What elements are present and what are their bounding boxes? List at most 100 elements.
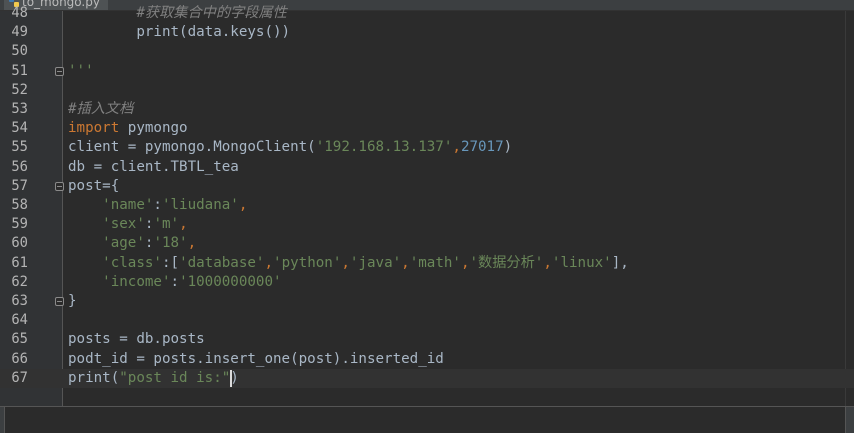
line-number: 51 (11, 62, 28, 79)
code-line[interactable]: 65 posts = db.posts (0, 330, 854, 349)
code-token: podt_id = posts.insert_one(post).inserte… (68, 350, 444, 367)
line-number: 58 (11, 197, 28, 213)
code-text: print(data.keys()) (68, 23, 290, 42)
code-line[interactable]: 57 post={ (0, 177, 854, 196)
code-token: 'age' (102, 235, 145, 252)
code-line[interactable]: 53 #插入文档 (0, 100, 854, 119)
code-line[interactable]: 52 (0, 81, 854, 100)
line-number: 56 (11, 158, 28, 175)
fold-marker-icon[interactable] (55, 297, 64, 306)
code-line[interactable]: 48 #获取集合中的字段属性 (0, 4, 854, 23)
code-token: 'liudana' (161, 197, 239, 213)
line-number: 52 (11, 81, 28, 98)
code-token: , (543, 254, 552, 271)
code-line[interactable]: 60 'age':'18', (0, 234, 854, 253)
code-token: ''' (68, 62, 94, 79)
code-token: : (170, 273, 180, 290)
code-token: , (460, 254, 470, 271)
code-token: 'name' (102, 197, 154, 213)
code-token: post={ (68, 177, 120, 194)
code-token: #插入文档 (68, 101, 134, 117)
line-number: 59 (11, 216, 28, 233)
code-token: ) (503, 139, 513, 156)
code-token: 'math' (409, 254, 461, 271)
line-number: 60 (11, 235, 28, 252)
fold-marker-icon[interactable] (55, 66, 64, 76)
code-token: db = client.TBTL_tea (68, 158, 239, 175)
code-token: , (341, 254, 350, 271)
code-token: 'm' (153, 216, 180, 233)
code-token: #获取集合中的字段属性 (136, 5, 287, 21)
text-cursor (230, 369, 233, 387)
code-line[interactable]: 61 'class':['database','python','java','… (0, 254, 854, 273)
code-token: import (68, 120, 120, 137)
code-token: client = pymongo.MongoClient( (68, 139, 316, 156)
code-line[interactable]: 64 (0, 311, 854, 330)
line-number: 66 (11, 350, 28, 367)
code-text: 'income':'1000000000' (68, 273, 282, 292)
code-line[interactable]: 58 'name':'liudana', (0, 196, 854, 215)
code-line[interactable]: 55 client = pymongo.MongoClient('192.168.… (0, 138, 854, 157)
code-line[interactable]: 62 'income':'1000000000' (0, 273, 854, 292)
code-text: db = client.TBTL_tea (68, 158, 239, 177)
code-line[interactable]: 63} (0, 292, 854, 311)
line-number: 62 (11, 273, 28, 290)
code-text: print("post id is:") (68, 369, 239, 388)
code-token: 'python' (273, 254, 342, 271)
code-token: 'income' (102, 273, 171, 290)
code-token: , (264, 254, 274, 271)
code-line[interactable]: 50 (0, 42, 854, 61)
code-line[interactable]: 49 print(data.keys()) (0, 23, 854, 42)
code-token: posts = db.posts (68, 331, 205, 348)
code-line[interactable]: 66 podt_id = posts.insert_one(post).inser… (0, 350, 854, 369)
line-number: 61 (11, 254, 28, 271)
code-token: "post id is:" (119, 369, 231, 386)
code-text: 'age':'18', (68, 234, 196, 253)
code-text: ''' (68, 62, 94, 81)
code-line[interactable]: 59 'sex':'m', (0, 215, 854, 234)
code-line[interactable]: 56 db = client.TBTL_tea (0, 158, 854, 177)
code-token: '数据分析' (469, 254, 544, 271)
code-token: 'sex' (102, 216, 145, 233)
line-number: 53 (11, 101, 28, 117)
code-token: , (179, 216, 188, 233)
code-line[interactable]: 67 print("post id is:") (0, 368, 854, 388)
code-token: '1000000000' (179, 273, 282, 290)
code-token: '192.168.13.137' (315, 139, 453, 156)
code-text: posts = db.posts (68, 330, 205, 349)
line-number: 49 (11, 24, 28, 41)
fold-marker-icon[interactable] (55, 181, 64, 191)
code-token: pymongo (119, 120, 188, 137)
code-text: #插入文档 (68, 100, 133, 119)
code-token: , (401, 254, 410, 271)
code-token: 'java' (349, 254, 402, 271)
code-text: 'sex':'m', (68, 215, 188, 234)
code-text: 'class':['database','python','java','mat… (68, 254, 629, 273)
line-number: 63 (11, 293, 28, 309)
line-number: 67 (11, 369, 28, 386)
code-token: print( (68, 369, 120, 386)
code-text: 'name':'liudana', (68, 196, 247, 215)
bottom-panel-content (4, 407, 846, 433)
code-token: 'class' (102, 254, 162, 271)
code-token: : (153, 197, 162, 213)
line-number: 64 (11, 312, 28, 329)
code-token: :[ (161, 254, 180, 271)
code-token: 27017 (460, 139, 504, 156)
code-token: , (452, 139, 461, 156)
line-number: 50 (11, 43, 28, 60)
code-line[interactable]: 51 ''' (0, 62, 854, 81)
code-token: '18' (153, 235, 188, 252)
line-number: 48 (11, 5, 28, 21)
code-token: , (238, 197, 248, 213)
code-text: import pymongo (68, 119, 188, 138)
code-line[interactable]: 54 import pymongo (0, 119, 854, 138)
line-number: 55 (11, 139, 28, 156)
code-text: #获取集合中的字段属性 (68, 4, 287, 23)
